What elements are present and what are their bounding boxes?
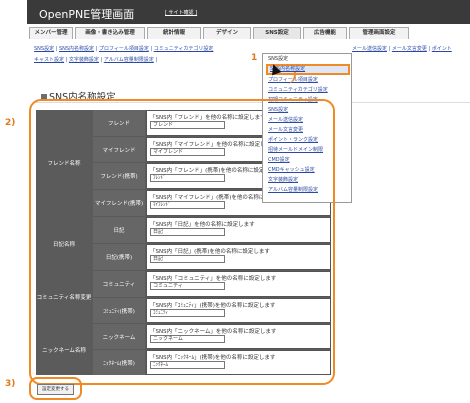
tab-admin-settings[interactable]: 管理画面設定 <box>349 27 409 39</box>
subnav-link[interactable]: プロフィール項目設定 <box>99 46 149 52</box>
app-title: OpenPNE管理画面 <box>39 8 135 21</box>
subnav-link[interactable]: SNS設定 <box>34 46 54 52</box>
step-marker-1: 1 <box>251 53 258 63</box>
app-header: OpenPNE管理画面 [ サイト確認 ] <box>27 0 470 24</box>
site-check-link[interactable]: [ サイト確認 ] <box>165 9 197 16</box>
tab-members[interactable]: メンバー管理 <box>29 27 73 39</box>
subnav-link[interactable]: SNS内名称設定 <box>59 46 94 52</box>
subnav-row-1: SNS設定 | SNS内名称設定 | プロフィール項目設定 | コミュニティカテ… <box>34 46 214 52</box>
dropdown-header: SNS設定 <box>268 56 289 62</box>
subnav-link[interactable]: ポイント <box>432 46 452 52</box>
submit-button[interactable]: 設定変更する <box>37 384 74 395</box>
tab-design[interactable]: デザイン <box>203 27 251 39</box>
subnav-link[interactable]: メール文言変更 <box>392 46 427 52</box>
subnav-link[interactable]: メール送信設定 <box>352 46 387 52</box>
dropdown-item[interactable]: コミュニティカテゴリ設定 <box>266 86 350 94</box>
tab-ads[interactable]: 広告機能 <box>303 27 347 39</box>
subnav-link[interactable]: コミュニティカテゴリ設定 <box>154 46 214 52</box>
tab-images-posts[interactable]: 画像・書き込み管理 <box>75 27 145 39</box>
main-tabs: メンバー管理 画像・書き込み管理 統計情報 デザイン SNS設定 広告機能 管理… <box>29 27 470 39</box>
tab-sns-settings[interactable]: SNS設定 <box>253 27 301 39</box>
step-marker-3: 3) <box>5 379 16 389</box>
subnav-row-2: キャスト設定 | 文字装飾設定 | アルバム容量制限設定 | <box>34 57 158 63</box>
tab-statistics[interactable]: 統計情報 <box>147 27 201 39</box>
annotation-highlight-form <box>29 99 335 385</box>
subnav-link[interactable]: 文字装飾設定 <box>69 57 99 63</box>
subnav-link[interactable]: アルバム容量制限設定 <box>104 57 154 63</box>
dropdown-item[interactable]: プロフィール項目設定 <box>266 76 350 84</box>
step-marker-2: 2) <box>5 118 16 128</box>
subnav-link[interactable]: キャスト設定 <box>34 57 64 63</box>
subnav-row-1-right: メール送信設定 | メール文言変更 | ポイント <box>352 46 452 52</box>
